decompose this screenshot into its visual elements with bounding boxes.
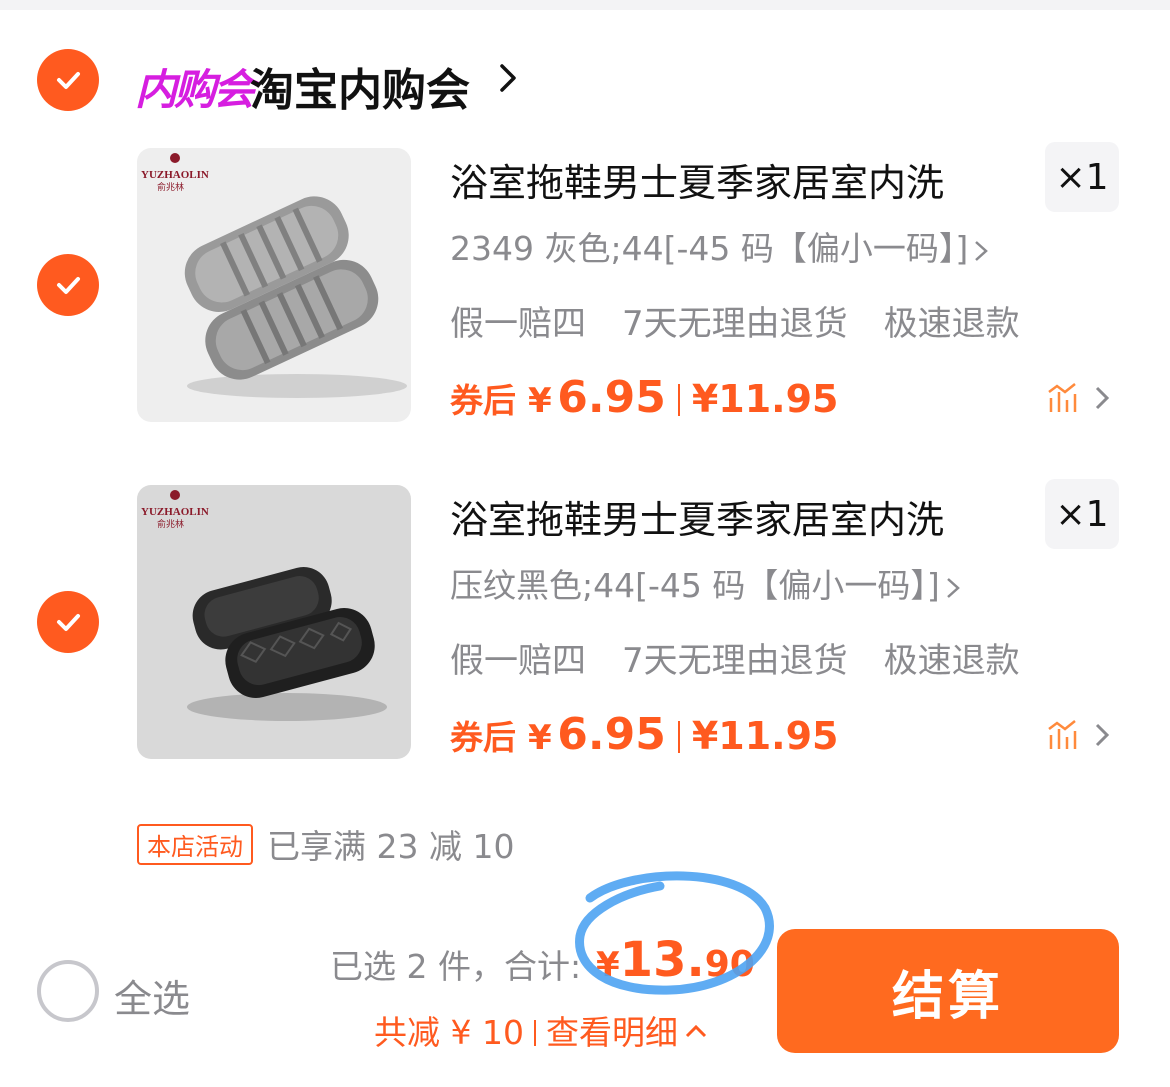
coupon-label: 券后 xyxy=(450,381,516,420)
discount-row[interactable]: 共减 ¥ 10 查看明细 xyxy=(374,1006,708,1054)
price-trend-icon[interactable] xyxy=(1045,380,1115,416)
checkmark-icon xyxy=(57,72,80,89)
product-image[interactable]: YUZHAOLIN 俞兆林 xyxy=(137,148,411,422)
cart-item[interactable]: YUZHAOLIN 俞兆林 浴室拖鞋男士夏季家居室内洗 ×1 压纹黑色;44[-… xyxy=(0,479,1170,775)
coupon-price: 6.95 xyxy=(557,709,666,760)
item-checkbox[interactable] xyxy=(37,591,99,653)
tag: 假一赔四 xyxy=(450,641,586,681)
divider xyxy=(533,1020,536,1046)
total-price: ¥13.90 xyxy=(596,932,755,988)
tag: 7天无理由退货 xyxy=(622,304,848,344)
select-all-checkbox[interactable] xyxy=(37,960,99,1022)
sku-text: 压纹黑色;44[-45 码【偏小一码】] xyxy=(450,566,940,605)
store-row[interactable]: 内购会 淘宝内购会 xyxy=(0,40,1170,120)
checkmark-icon xyxy=(57,614,80,631)
coupon-label: 券后 xyxy=(450,718,516,757)
store-activity: 本店活动 已享满 23 减 10 xyxy=(137,820,514,866)
store-name[interactable]: 淘宝内购会 xyxy=(250,54,470,118)
original-price: ¥11.95 xyxy=(691,714,839,758)
top-strip xyxy=(0,0,1170,10)
tag: 极速退款 xyxy=(883,304,1020,344)
activity-badge: 本店活动 xyxy=(137,823,253,865)
chevron-right-icon xyxy=(946,577,960,598)
quantity-button[interactable]: ×1 xyxy=(1045,479,1119,549)
checkout-button[interactable]: 结算 xyxy=(777,929,1119,1053)
sku-text: 2349 灰色;44[-45 码【偏小一码】] xyxy=(450,229,969,268)
currency-symbol: ¥ xyxy=(596,945,620,985)
divider xyxy=(677,384,680,416)
cart-item[interactable]: YUZHAOLIN 俞兆林 浴室拖鞋男士夏季家居室内洗 ×1 2349 灰色;4… xyxy=(0,142,1170,438)
gray-slipper-image: YUZHAOLIN 俞兆林 xyxy=(137,148,411,422)
total-decimal: 90 xyxy=(704,944,755,985)
store-checkbox[interactable] xyxy=(37,49,99,111)
item-title[interactable]: 浴室拖鞋男士夏季家居室内洗 xyxy=(450,489,944,544)
item-sku[interactable]: 2349 灰色;44[-45 码【偏小一码】] xyxy=(450,222,990,270)
price-trend-icon[interactable] xyxy=(1045,717,1115,753)
chevron-right-icon[interactable] xyxy=(494,60,524,96)
store-badge: 内购会 xyxy=(135,65,255,114)
select-all-label[interactable]: 全选 xyxy=(114,968,190,1023)
currency-symbol: ¥ xyxy=(528,718,552,758)
item-sku[interactable]: 压纹黑色;44[-45 码【偏小一码】] xyxy=(450,559,962,607)
svg-text:YUZHAOLIN: YUZHAOLIN xyxy=(141,506,209,518)
checkmark-icon xyxy=(57,277,80,294)
black-slipper-image: YUZHAOLIN 俞兆林 xyxy=(137,485,411,759)
quantity-button[interactable]: ×1 xyxy=(1045,142,1119,212)
discount-label: 共减 ¥ 10 xyxy=(374,1013,524,1052)
price-row: 券后 ¥ 6.95 ¥11.95 xyxy=(450,372,838,424)
price-row: 券后 ¥ 6.95 ¥11.95 xyxy=(450,709,838,761)
product-image[interactable]: YUZHAOLIN 俞兆林 xyxy=(137,485,411,759)
svg-text:俞兆林: 俞兆林 xyxy=(157,181,184,193)
service-tags: 假一赔四 7天无理由退货 极速退款 xyxy=(450,296,1056,345)
currency-symbol: ¥ xyxy=(528,381,552,421)
details-link[interactable]: 查看明细 xyxy=(546,1013,678,1052)
chevron-right-icon xyxy=(975,240,989,261)
divider xyxy=(677,721,680,753)
activity-text: 已享满 23 减 10 xyxy=(267,827,515,866)
tag: 7天无理由退货 xyxy=(622,641,848,681)
coupon-price: 6.95 xyxy=(557,372,666,423)
svg-text:俞兆林: 俞兆林 xyxy=(157,518,184,530)
original-price: ¥11.95 xyxy=(691,377,839,421)
chevron-up-icon[interactable] xyxy=(684,1022,708,1040)
total-integer: 13. xyxy=(619,932,705,988)
selection-summary: 已选 2 件，合计: xyxy=(330,947,582,986)
item-checkbox[interactable] xyxy=(37,254,99,316)
tag: 假一赔四 xyxy=(450,304,586,344)
item-title[interactable]: 浴室拖鞋男士夏季家居室内洗 xyxy=(450,152,944,207)
service-tags: 假一赔四 7天无理由退货 极速退款 xyxy=(450,633,1056,682)
svg-text:YUZHAOLIN: YUZHAOLIN xyxy=(141,169,209,181)
tag: 极速退款 xyxy=(883,641,1020,681)
